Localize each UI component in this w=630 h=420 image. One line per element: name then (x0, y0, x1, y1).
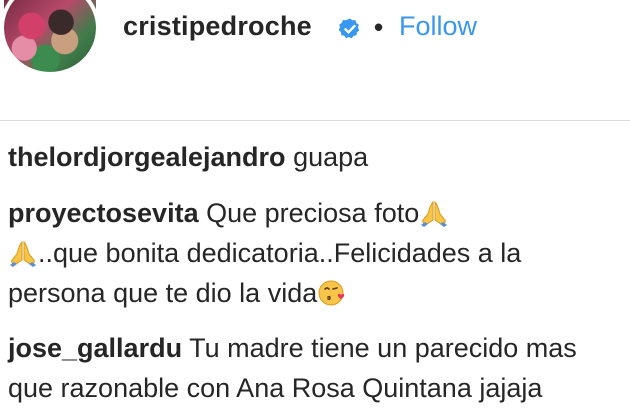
folded-hands-emoji-icon (10, 240, 36, 267)
verified-badge-icon (338, 18, 360, 39)
comment-username[interactable]: proyectosevita (8, 198, 199, 228)
comment: jose_gallardu Tu madre tiene un parecido… (8, 328, 626, 408)
comment-text: guapa (293, 142, 369, 172)
comment-text: ..que bonita dedicatoria..Felicidades a … (8, 238, 522, 308)
comment: thelordjorgealejandro guapa (8, 137, 626, 177)
folded-hands-emoji-icon (421, 200, 448, 227)
comment: proyectosevita Que preciosa foto ..que b… (8, 193, 626, 313)
username-link[interactable]: cristipedroche (123, 11, 312, 42)
avatar[interactable] (4, 0, 96, 74)
comment-username[interactable]: thelordjorgealejandro (8, 142, 286, 172)
follow-button[interactable]: Follow (399, 11, 477, 42)
post-header: cristipedroche • Follow (0, 0, 630, 74)
comment-text: Que preciosa foto (206, 198, 420, 228)
divider (0, 120, 630, 121)
face-blowing-kiss-emoji-icon (318, 280, 345, 306)
separator-dot: • (374, 12, 384, 42)
comment-username[interactable]: jose_gallardu (8, 333, 182, 363)
